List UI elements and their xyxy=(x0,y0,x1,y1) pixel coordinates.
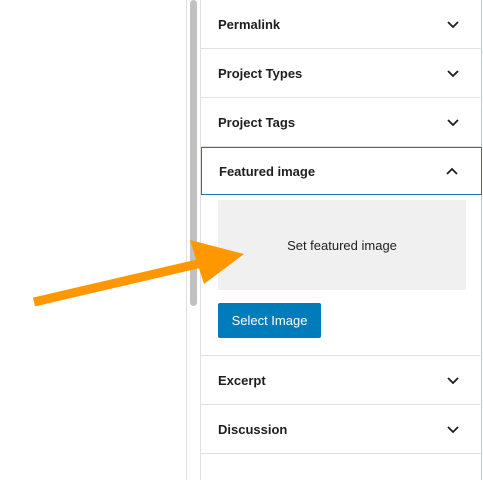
panel-project-tags: Project Tags xyxy=(201,98,482,147)
editor-canvas xyxy=(0,0,186,480)
panel-featured-image: Featured image Set featured image Select… xyxy=(201,147,482,356)
panel-permalink-title: Permalink xyxy=(218,16,281,32)
panel-featured-image-title: Featured image xyxy=(219,163,316,179)
panel-project-types: Project Types xyxy=(201,49,482,98)
chevron-down-icon xyxy=(447,426,459,434)
select-image-button[interactable]: Select Image xyxy=(218,303,321,338)
panel-excerpt-title: Excerpt xyxy=(218,372,266,388)
chevron-down-icon xyxy=(447,21,459,29)
chevron-down-icon xyxy=(447,119,459,127)
panel-discussion-title: Discussion xyxy=(218,421,288,437)
chevron-up-icon xyxy=(446,167,458,175)
set-featured-image-label: Set featured image xyxy=(287,237,397,253)
panel-featured-image-toggle[interactable]: Featured image xyxy=(201,147,482,195)
panel-discussion: Discussion xyxy=(201,405,482,454)
scrollbar-thumb[interactable] xyxy=(190,0,197,306)
panel-discussion-toggle[interactable]: Discussion xyxy=(201,405,482,453)
chevron-down-icon xyxy=(447,70,459,78)
panel-project-tags-title: Project Tags xyxy=(218,114,296,130)
panel-excerpt-toggle[interactable]: Excerpt xyxy=(201,356,482,404)
set-featured-image-button[interactable]: Set featured image xyxy=(218,200,466,290)
scrollbar-track[interactable] xyxy=(186,0,201,480)
panel-permalink: Permalink xyxy=(201,0,482,49)
panel-project-tags-toggle[interactable]: Project Tags xyxy=(201,98,482,146)
settings-sidebar: Permalink Project Types Project Tags Fea… xyxy=(201,0,482,480)
panel-project-types-toggle[interactable]: Project Types xyxy=(201,49,482,97)
panel-project-types-title: Project Types xyxy=(218,65,303,81)
panel-permalink-toggle[interactable]: Permalink xyxy=(201,0,482,48)
panel-excerpt: Excerpt xyxy=(201,356,482,405)
chevron-down-icon xyxy=(447,377,459,385)
